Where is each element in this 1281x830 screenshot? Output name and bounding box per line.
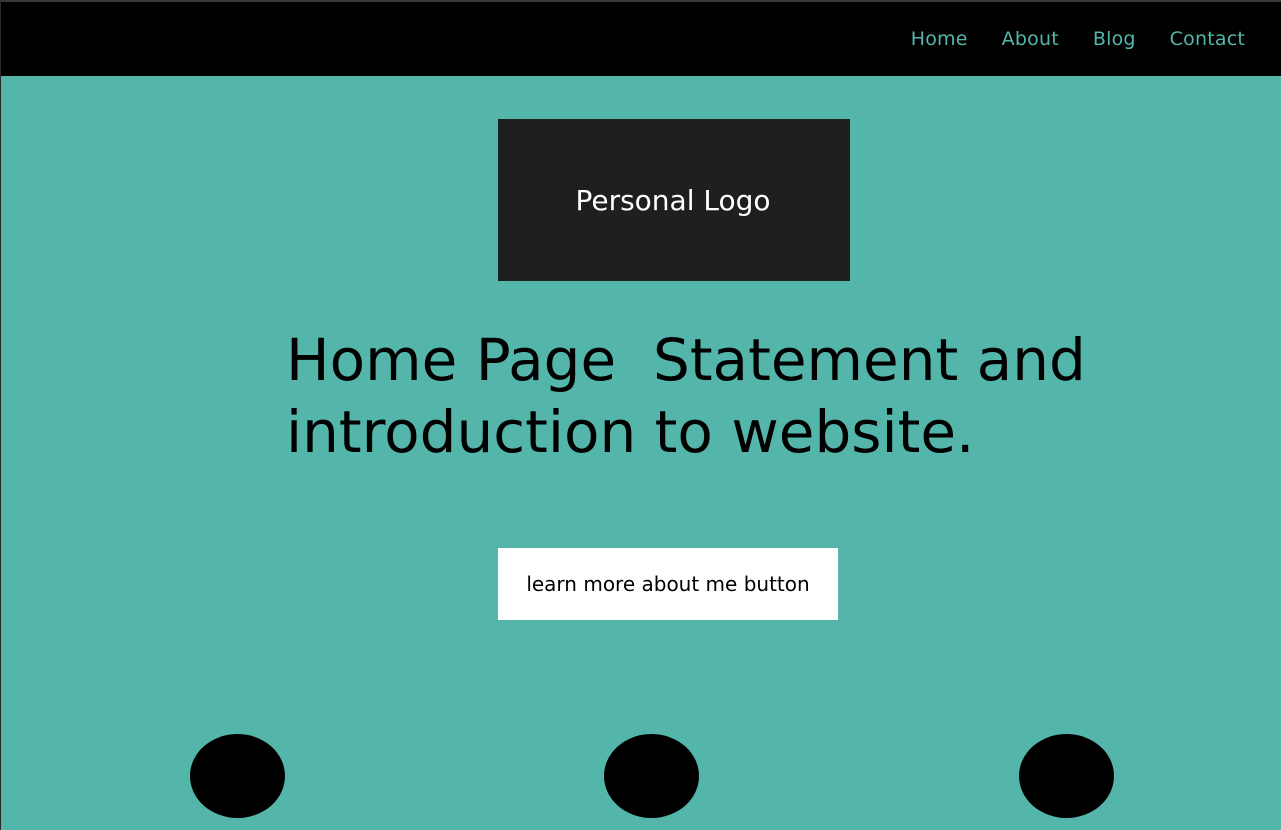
nav-blog-link[interactable]: Blog [1093, 28, 1136, 50]
learn-more-button[interactable]: learn more about me button [498, 548, 838, 620]
nav-home-link[interactable]: Home [911, 28, 968, 50]
nav-about-link[interactable]: About [1002, 28, 1059, 50]
hero-headline: Home Page Statement and introduction to … [286, 326, 1105, 466]
feature-circle-placeholder-2 [604, 734, 699, 818]
personal-logo: Personal Logo [498, 119, 850, 281]
page: Home About Blog Contact Personal Logo Ho… [0, 0, 1281, 830]
top-navbar: Home About Blog Contact [1, 2, 1281, 76]
main-nav: Home About Blog Contact [911, 2, 1245, 76]
feature-circle-placeholder-3 [1019, 734, 1114, 818]
logo-label: Personal Logo [575, 183, 771, 217]
feature-circle-placeholder-1 [190, 734, 285, 818]
nav-contact-link[interactable]: Contact [1170, 28, 1245, 50]
